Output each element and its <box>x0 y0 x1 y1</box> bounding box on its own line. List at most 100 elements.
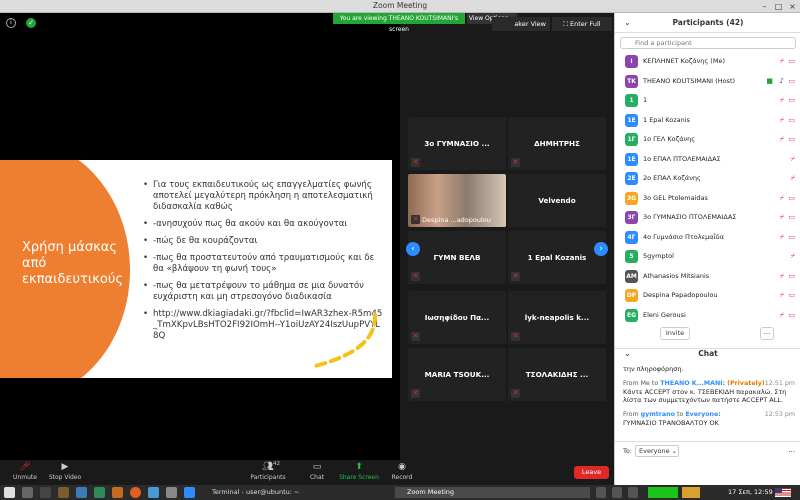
maximize-icon[interactable]: □ <box>774 2 783 11</box>
video-tile-camera[interactable]: ✕ Despina ...adopoulou <box>408 174 506 227</box>
participants-button[interactable]: 👥︎ 42 Participants <box>243 460 293 485</box>
participant-row[interactable]: AM Athanasios Mitsianis ⌿ ▭ <box>615 267 800 287</box>
full-screen-button[interactable]: ⛶ Enter Full Screen <box>552 17 612 42</box>
participant-tag: (Me) <box>708 57 725 65</box>
taskbar-terminal-window[interactable]: Terminal - user@ubuntu: ~ <box>200 487 395 498</box>
minimize-icon[interactable]: – <box>760 2 769 11</box>
participant-row[interactable]: 3Γ 3ο ΓΥΜΝΑΣΙΟ ΠΤΟΛΕΜΑΙΔΑΣ ⌿ ▭ <box>615 208 800 228</box>
chat-title: Chat <box>698 349 718 358</box>
collapse-chat-icon[interactable]: ⌄ <box>624 346 631 362</box>
invite-button[interactable]: Invite <box>660 327 690 340</box>
participant-row[interactable]: 3G 3o GEL Ptolemaidas ⌿ ▭ <box>615 189 800 209</box>
shield-icon[interactable]: ✓ <box>26 18 36 28</box>
video-tile[interactable]: 3ο ΓΥΜΝΑΣΙΟ ... ✕ <box>408 117 506 170</box>
video-tile[interactable]: ΓΥΜΝ ΒΕΛΒ ✕ <box>408 231 506 284</box>
stop-video-button[interactable]: ▶ Stop Video <box>40 460 90 485</box>
avatar: 1E <box>625 113 638 127</box>
tile-name: ΤΣΟΛΑΚΙΔΗΣ ... <box>525 370 589 379</box>
speaker-view-button[interactable]: aker View <box>492 17 550 31</box>
start-menu-icon[interactable] <box>4 487 15 498</box>
tray-icon[interactable] <box>596 487 606 498</box>
text-editor-icon[interactable] <box>76 487 87 498</box>
taskbar-clock[interactable]: 17 Σεπ, 12:59 <box>728 487 773 498</box>
weather-icon <box>682 487 700 498</box>
collapse-participants-icon[interactable]: ⌄ <box>624 13 631 33</box>
chat-sender[interactable]: gymtrano <box>641 411 675 418</box>
tray-icon[interactable] <box>628 487 638 498</box>
muted-mic-icon: ⌿ <box>779 271 784 280</box>
desktop-icon[interactable] <box>22 487 33 498</box>
video-tile[interactable]: ΔΗΜΗΤΡΗΣ ✕ <box>508 117 606 170</box>
video-tile[interactable]: Ιωσηφίδου Πα... ✕ <box>408 291 506 344</box>
muted-mic-icon: ⌿ <box>779 115 784 124</box>
firefox-icon[interactable] <box>130 487 141 498</box>
participant-name-text: THEANO KOUTSIMANI <box>643 76 714 85</box>
spreadsheet-icon[interactable] <box>94 487 105 498</box>
chat-recipient[interactable]: Everyone: <box>685 411 721 418</box>
video-tile[interactable]: Velvendo <box>508 174 606 227</box>
muted-mic-icon: ✕ <box>411 215 420 224</box>
video-off-icon: ▭ <box>788 271 795 280</box>
participant-row[interactable]: 1Γ 1ο ΓΕΛ Κοζάνης ⌿ ▭ <box>615 130 800 150</box>
video-off-icon: ▭ <box>788 213 795 221</box>
window-titlebar: Zoom Meeting – □ × <box>0 0 800 13</box>
browser-icon[interactable] <box>148 487 159 498</box>
chat-recipient-select[interactable]: Everyone ⌄ <box>635 445 679 457</box>
meeting-toolbar: 🎤︎ Unmute ▶ Stop Video 👥︎ 42 Participant… <box>0 460 614 485</box>
participant-row[interactable]: 1Ε 1ο ΕΠΑΛ ΠΤΟΛΕΜΑΙΔΑΣ ⌿ <box>615 150 800 170</box>
chat-message-meta: From Me to THEANO K...MANI: (Privately) … <box>623 379 795 388</box>
muted-mic-icon: ✕ <box>411 158 420 167</box>
video-off-icon: ▭ <box>788 193 795 202</box>
presentation-icon[interactable] <box>112 487 123 498</box>
video-tile[interactable]: ΤΣΟΛΑΚΙΔΗΣ ... ✕ <box>508 348 606 401</box>
muted-mic-icon: ✕ <box>511 332 520 341</box>
terminal-app-icon[interactable] <box>40 487 51 498</box>
slide-bullet: -πώς δε θα κουράζονται <box>143 236 383 247</box>
info-icon[interactable]: i <box>6 18 16 28</box>
us-flag-keyboard-icon[interactable] <box>775 488 791 497</box>
participants-more-button[interactable]: ... <box>760 327 774 340</box>
taskbar-zoom-window[interactable]: Zoom Meeting <box>395 487 590 498</box>
settings-icon[interactable] <box>166 487 177 498</box>
muted-mic-icon: ⌿ <box>779 291 784 299</box>
avatar: 5 <box>625 250 638 263</box>
participant-tag: (Host) <box>713 76 736 85</box>
participant-row[interactable]: 4Γ 4ο Γυμνάσιο Πτολεμαΐδα ⌿ ▭ <box>615 228 800 248</box>
chat-more-button[interactable]: ... <box>788 446 795 454</box>
file-manager-icon[interactable] <box>58 487 69 498</box>
next-page-arrow-icon[interactable]: › <box>594 242 608 256</box>
chat-private-tag: (Privately) <box>727 380 765 387</box>
chat-recipient[interactable]: THEANO K...MANI: <box>660 380 725 387</box>
participant-row[interactable]: EG Eleni Gerousi ⌿ ▭ <box>615 306 800 323</box>
zoom-app-icon[interactable] <box>184 487 195 498</box>
muted-mic-icon: ✕ <box>411 272 420 281</box>
video-camera-icon: ▶ <box>61 462 69 472</box>
record-button[interactable]: ◉ Record <box>377 460 427 485</box>
tray-icon[interactable] <box>612 487 622 498</box>
slide-title: Χρήση μάσκας από εκπαιδευτικούς <box>22 240 123 287</box>
chat-message-meta: From gymtrano to Everyone: 12:53 pm <box>623 410 795 419</box>
leave-button[interactable]: Leave <box>574 466 609 479</box>
video-tile[interactable]: 1 Epal Kozanis ✕ <box>508 231 606 284</box>
participant-row[interactable]: DP Despina Papadopoulou ⌿ ▭ <box>615 286 800 306</box>
muted-mic-icon: ✕ <box>511 158 520 167</box>
participants-count: 42 <box>273 461 280 467</box>
participant-row[interactable]: 1 1 ⌿ ▭ <box>615 91 800 111</box>
avatar: AM <box>625 269 638 283</box>
participant-row[interactable]: 5 5gymptol ⌿ <box>615 247 800 267</box>
chat-message-text: την πληροφόρηση. <box>623 365 684 373</box>
participant-row[interactable]: Ι ΚΕΠΛΗΝΕΤ Κοζάνης (Me) ⌿ ▭ <box>615 52 800 72</box>
participant-row[interactable]: TK THEANO KOUTSIMANI (Host) ■ ♪ ▭ <box>615 72 800 92</box>
participant-row[interactable]: 2Ε 2ο ΕΠΑΛ Κοζάνης ⌿ <box>615 169 800 189</box>
muted-mic-icon: ⌿ <box>779 213 784 221</box>
participant-search-input[interactable] <box>620 37 796 49</box>
close-icon[interactable]: × <box>788 2 797 11</box>
tile-name: ΔΗΜΗΤΡΗΣ <box>534 139 580 148</box>
video-tile[interactable]: MARIA TSOUK... ✕ <box>408 348 506 401</box>
slide-bullet: -πως θα προστατευτούν από τραυματισμούς … <box>143 253 383 275</box>
chat-from-label: From Me to <box>623 380 659 387</box>
prev-page-arrow-icon[interactable]: ‹ <box>406 242 420 256</box>
participant-row[interactable]: 1E 1 Epal Kozanis ⌿ ▭ <box>615 111 800 131</box>
avatar: 4Γ <box>625 230 638 244</box>
video-tile[interactable]: lyk-neapolis k... ✕ <box>508 291 606 344</box>
